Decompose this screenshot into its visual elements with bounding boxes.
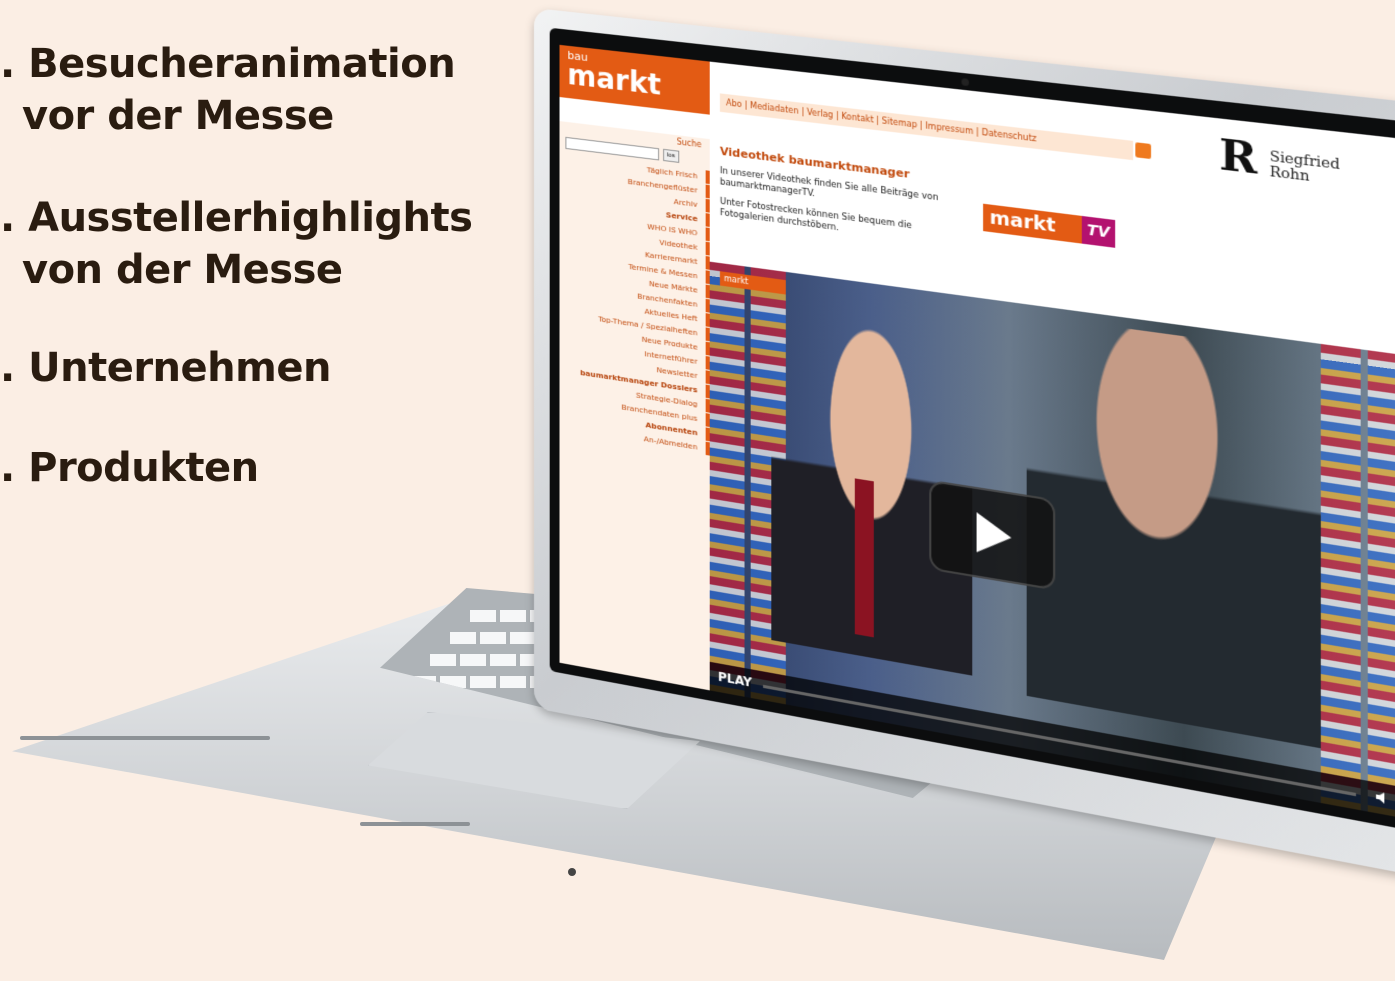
drive-slot (20, 736, 270, 740)
tie (855, 478, 874, 637)
tv-badge[interactable]: markt TV (983, 204, 1115, 248)
video-player[interactable]: markt PLAY (710, 262, 1395, 818)
tv-badge-label: markt (990, 207, 1056, 237)
screen-bezel: bau markt manager Abo | Mediadaten | Ver… (550, 28, 1395, 832)
latch (360, 822, 470, 826)
laptop: bau markt manager Abo | Mediadaten | Ver… (0, 0, 1395, 981)
shelf (710, 262, 745, 697)
rohn-logo-mark: R (1219, 134, 1257, 182)
rss-icon[interactable] (1135, 142, 1151, 159)
top-navigation[interactable]: Abo | Mediadaten | Verlag | Kontakt | Si… (720, 93, 1133, 160)
mute-icon[interactable] (1375, 789, 1392, 807)
search-button[interactable]: los (663, 149, 679, 163)
sidebar: Suche los Täglich Frisch Branchengeflüste… (560, 121, 710, 690)
sidebar-menu: Täglich Frisch Branchengeflüster Archiv Ser… (560, 152, 710, 455)
tv-badge-tv: TV (1082, 216, 1115, 248)
shelf (1368, 350, 1395, 818)
site-logo[interactable]: bau markt manager (560, 45, 710, 115)
sleep-led (568, 868, 576, 876)
rohn-line2: Rohn (1270, 164, 1310, 185)
play-label[interactable]: PLAY (718, 669, 752, 690)
logo-manager: manager (567, 96, 617, 113)
camera-icon (961, 78, 969, 86)
play-icon (977, 512, 1012, 558)
rohn-logo-name: Siegfried Rohn (1270, 150, 1340, 189)
shelf (1321, 344, 1361, 810)
screen: bau markt manager Abo | Mediadaten | Ver… (560, 45, 1395, 818)
person-right (1027, 315, 1321, 748)
